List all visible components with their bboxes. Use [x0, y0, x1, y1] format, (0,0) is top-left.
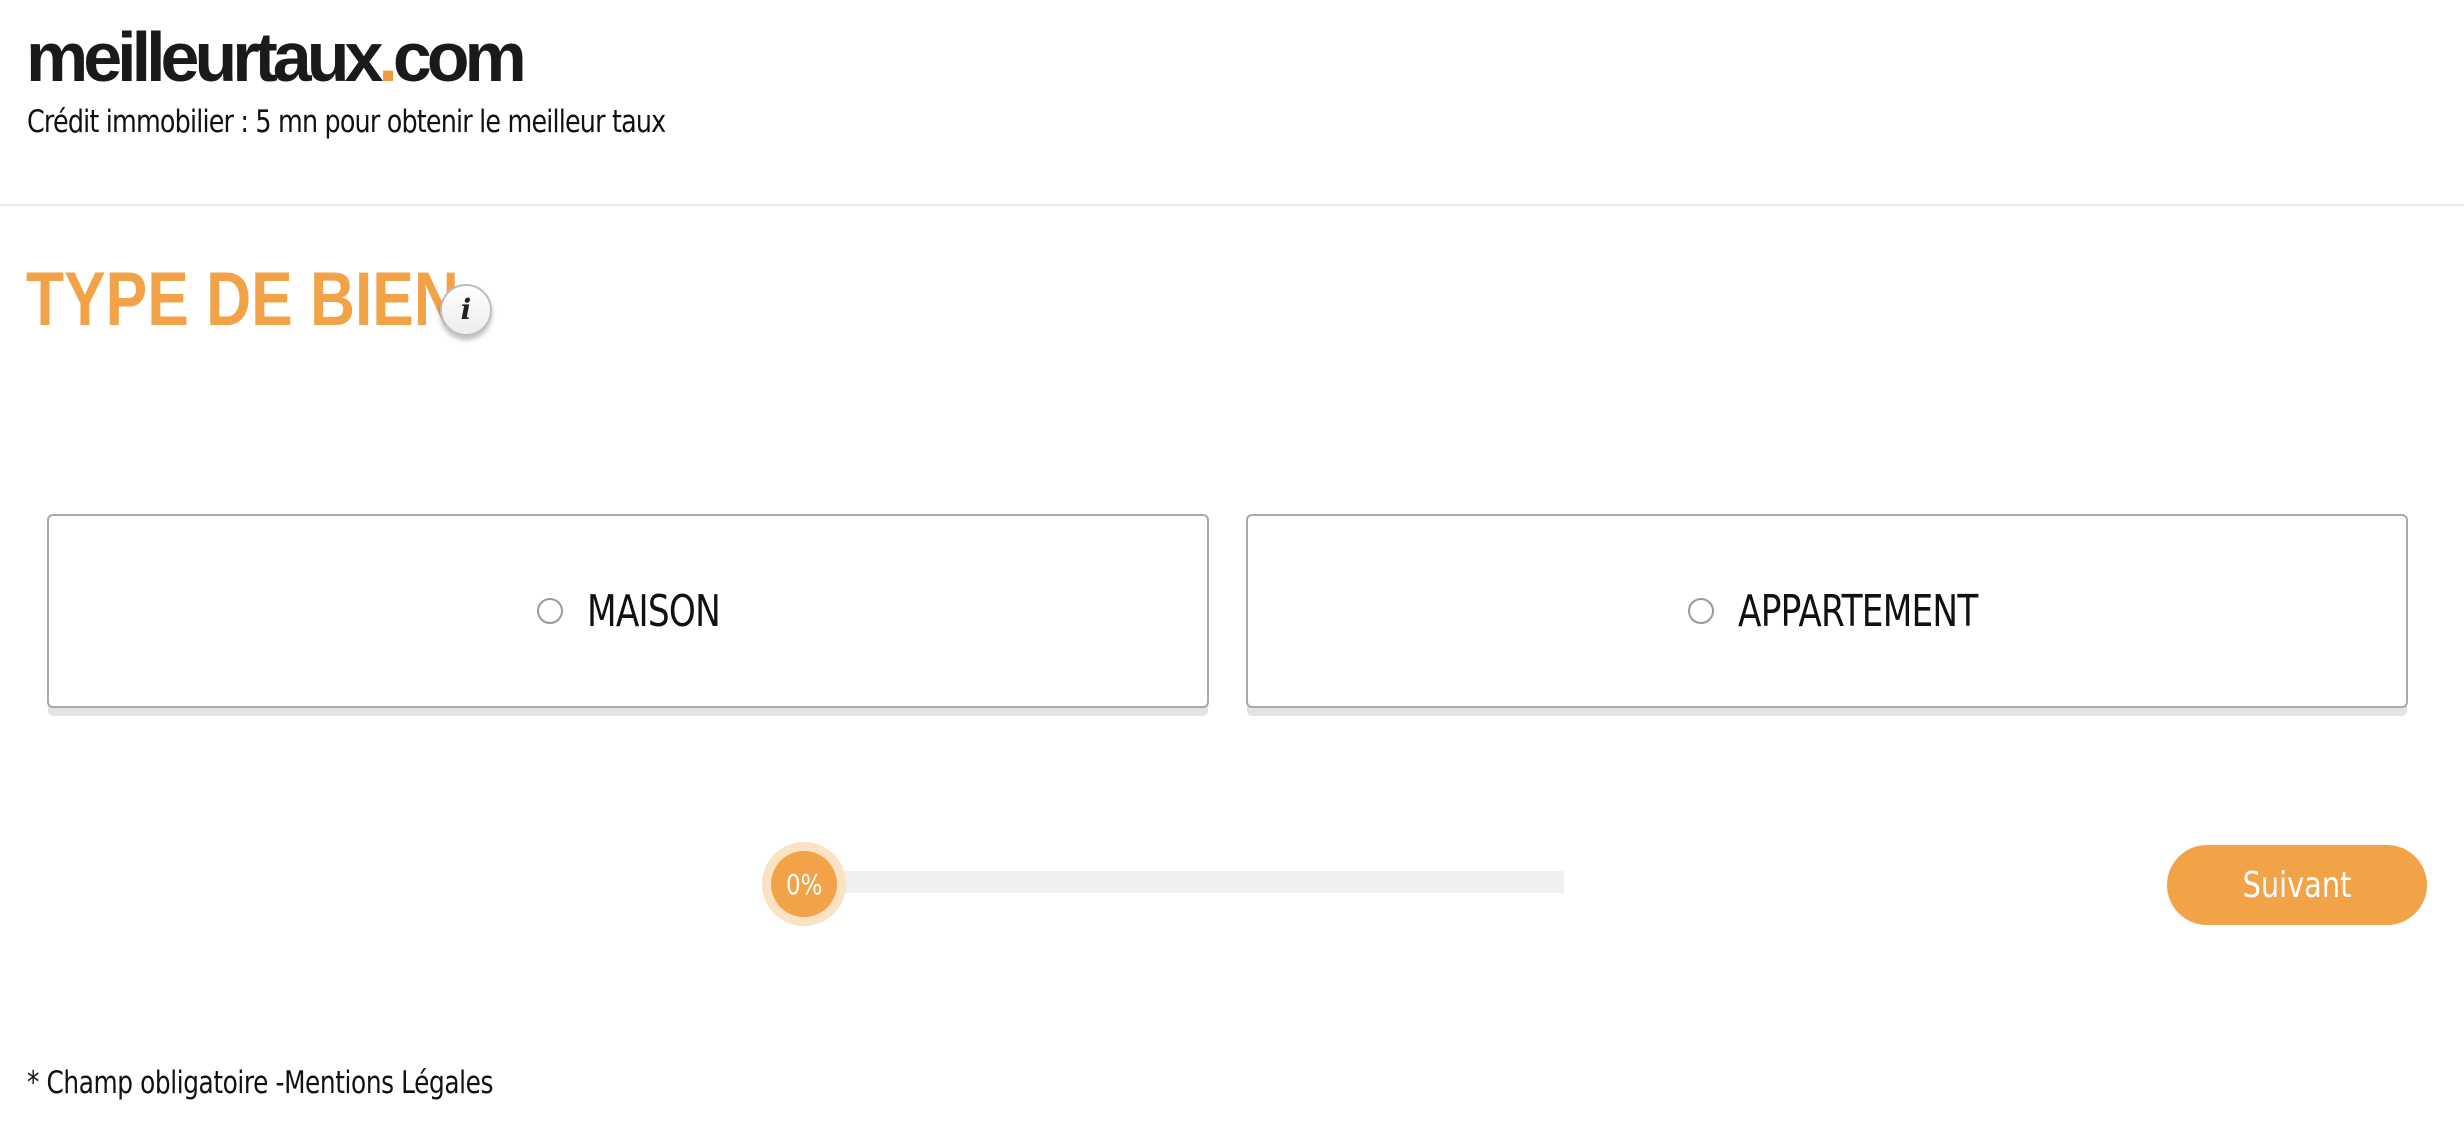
logo-text-main: meilleurtaux [26, 18, 383, 96]
footer-note: * Champ obligatoire -Mentions Légales [27, 1065, 493, 1101]
progress-indicator: 0% [762, 842, 846, 926]
progress-label: 0% [785, 867, 823, 901]
option-label-maison: MAISON [586, 585, 721, 637]
progress-badge: 0% [771, 851, 837, 917]
info-glyph: i [460, 293, 472, 326]
logo-dot: . [378, 18, 398, 96]
next-button-label: Suivant [2242, 864, 2352, 906]
option-maison[interactable]: MAISON [47, 514, 1209, 708]
required-field-note: * Champ obligatoire - [27, 1065, 285, 1101]
next-button[interactable]: Suivant [2167, 845, 2427, 925]
legal-notice-link[interactable]: Mentions Légales [284, 1065, 493, 1101]
page: meilleurtaux.com Crédit immobilier : 5 m… [0, 0, 2464, 1144]
site-tagline: Crédit immobilier : 5 mn pour obtenir le… [27, 104, 666, 140]
progress-track [806, 871, 1564, 893]
info-icon[interactable]: i [440, 284, 492, 336]
radio-maison[interactable] [536, 598, 563, 624]
option-label-appartement: APPARTEMENT [1738, 585, 1978, 637]
site-header: meilleurtaux.com Crédit immobilier : 5 m… [0, 0, 2464, 206]
logo-text-tld: com [392, 18, 527, 96]
radio-appartement[interactable] [1688, 598, 1715, 624]
option-appartement[interactable]: APPARTEMENT [1246, 514, 2408, 708]
section-title: TYPE DE BIEN [26, 257, 459, 342]
site-logo[interactable]: meilleurtaux.com [26, 22, 527, 92]
